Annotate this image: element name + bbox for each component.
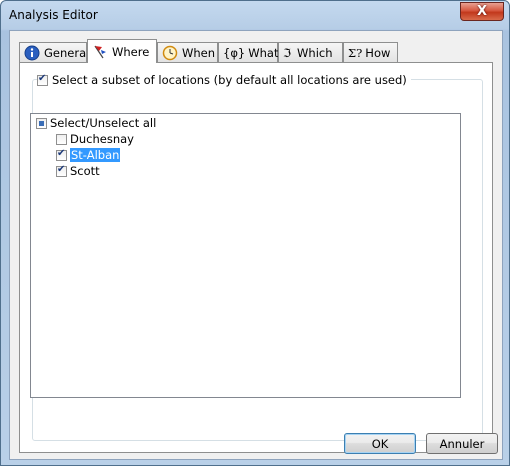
close-icon: X (476, 4, 488, 19)
tab-general-label: General (44, 45, 90, 60)
tab-which[interactable]: ℑ Which (278, 42, 343, 62)
tree-root-row[interactable]: Select/Unselect all (36, 115, 156, 131)
subset-checkbox[interactable] (37, 73, 48, 86)
tab-what[interactable]: {φ} What (218, 42, 278, 62)
tab-where-label: Where (112, 44, 150, 59)
tree-item-duchesnay[interactable]: Duchesnay (56, 131, 134, 147)
tab-when[interactable]: When (157, 42, 218, 62)
scott-checkbox[interactable] (56, 164, 67, 177)
window-title: Analysis Editor (9, 8, 98, 22)
title-bar[interactable]: Analysis Editor X (1, 1, 509, 30)
info-icon (24, 45, 40, 61)
close-button[interactable]: X (460, 2, 504, 21)
st-alban-checkbox[interactable] (56, 148, 67, 161)
scott-label: Scott (70, 164, 100, 178)
st-alban-label: St-Alban (70, 148, 121, 162)
cancel-button[interactable]: Annuler (426, 433, 498, 454)
which-symbol-icon: ℑ (283, 45, 292, 60)
locations-tree[interactable]: Select/Unselect all Duchesnay St-Alban S… (30, 113, 461, 398)
tab-what-label: What (248, 45, 279, 60)
clock-icon (162, 45, 178, 61)
where-tab-panel: Select a subset of locations (by default… (19, 62, 493, 453)
select-all-checkbox[interactable] (36, 117, 47, 129)
tab-where[interactable]: Where (87, 39, 157, 63)
dialog-client-area: General Where When {φ} What ℑ Which Σ? H… (9, 30, 503, 460)
tab-how[interactable]: Σ? How (343, 42, 398, 62)
tab-general[interactable]: General (19, 42, 90, 62)
subset-checkbox-label: Select a subset of locations (by default… (52, 73, 407, 87)
ok-button[interactable]: OK (344, 433, 416, 454)
tree-item-scott[interactable]: Scott (56, 163, 100, 179)
tab-when-label: When (182, 45, 216, 60)
analysis-editor-window: Analysis Editor X General Where When {φ}… (0, 0, 510, 466)
duchesnay-checkbox[interactable] (56, 133, 67, 145)
tab-which-label: Which (297, 45, 333, 60)
flag-pin-icon (92, 44, 108, 60)
subset-checkbox-row[interactable]: Select a subset of locations (by default… (37, 73, 411, 87)
sigma-question-icon: Σ? (348, 45, 363, 60)
tab-how-label: How (365, 45, 391, 60)
select-all-label: Select/Unselect all (50, 116, 157, 130)
phi-braces-icon: {φ} (223, 45, 246, 60)
duchesnay-label: Duchesnay (70, 132, 134, 146)
tree-item-st-alban[interactable]: St-Alban (56, 147, 121, 163)
